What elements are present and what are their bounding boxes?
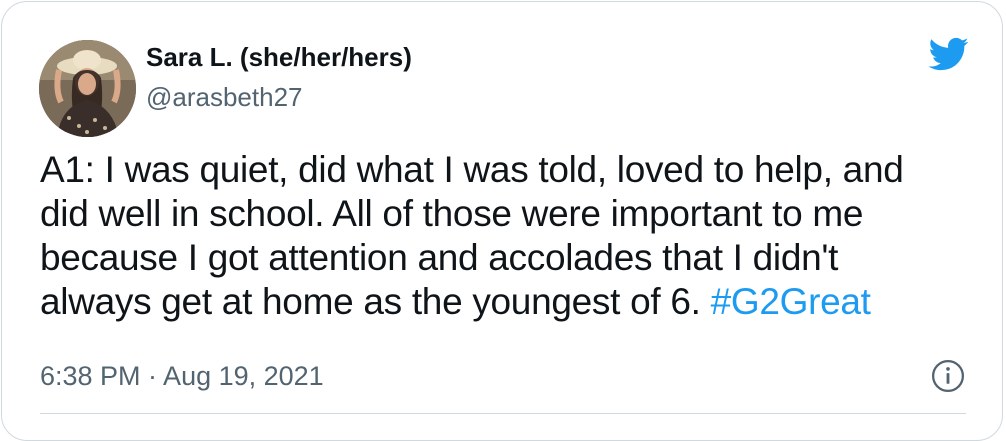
tweet-line: always get at home as the youngest of 6.…	[40, 280, 980, 324]
profile-photo-icon	[39, 40, 136, 137]
tweet-line: because I got attention and accolades th…	[40, 237, 839, 278]
display-name[interactable]: Sara L. (she/her/hers)	[146, 40, 412, 74]
tweet-line: did well in school. All of those were im…	[40, 193, 864, 234]
tweet-text: A1: I was quiet, did what I was told, lo…	[40, 148, 980, 324]
twitter-bird-icon[interactable]	[922, 33, 974, 75]
info-icon[interactable]	[931, 359, 965, 393]
tweet-line-text: always get at home as the youngest of 6.	[40, 281, 711, 322]
tweet-timestamp[interactable]: 6:38 PM · Aug 19, 2021	[40, 358, 324, 394]
avatar[interactable]	[39, 40, 136, 137]
tweet-card: Sara L. (she/her/hers) @arasbeth27 A1: I…	[1, 1, 1003, 441]
tweet-line: A1: I was quiet, did what I was told, lo…	[40, 149, 904, 190]
divider	[40, 413, 966, 414]
hashtag-link[interactable]: #G2Great	[711, 281, 871, 322]
user-handle[interactable]: @arasbeth27	[146, 80, 303, 114]
